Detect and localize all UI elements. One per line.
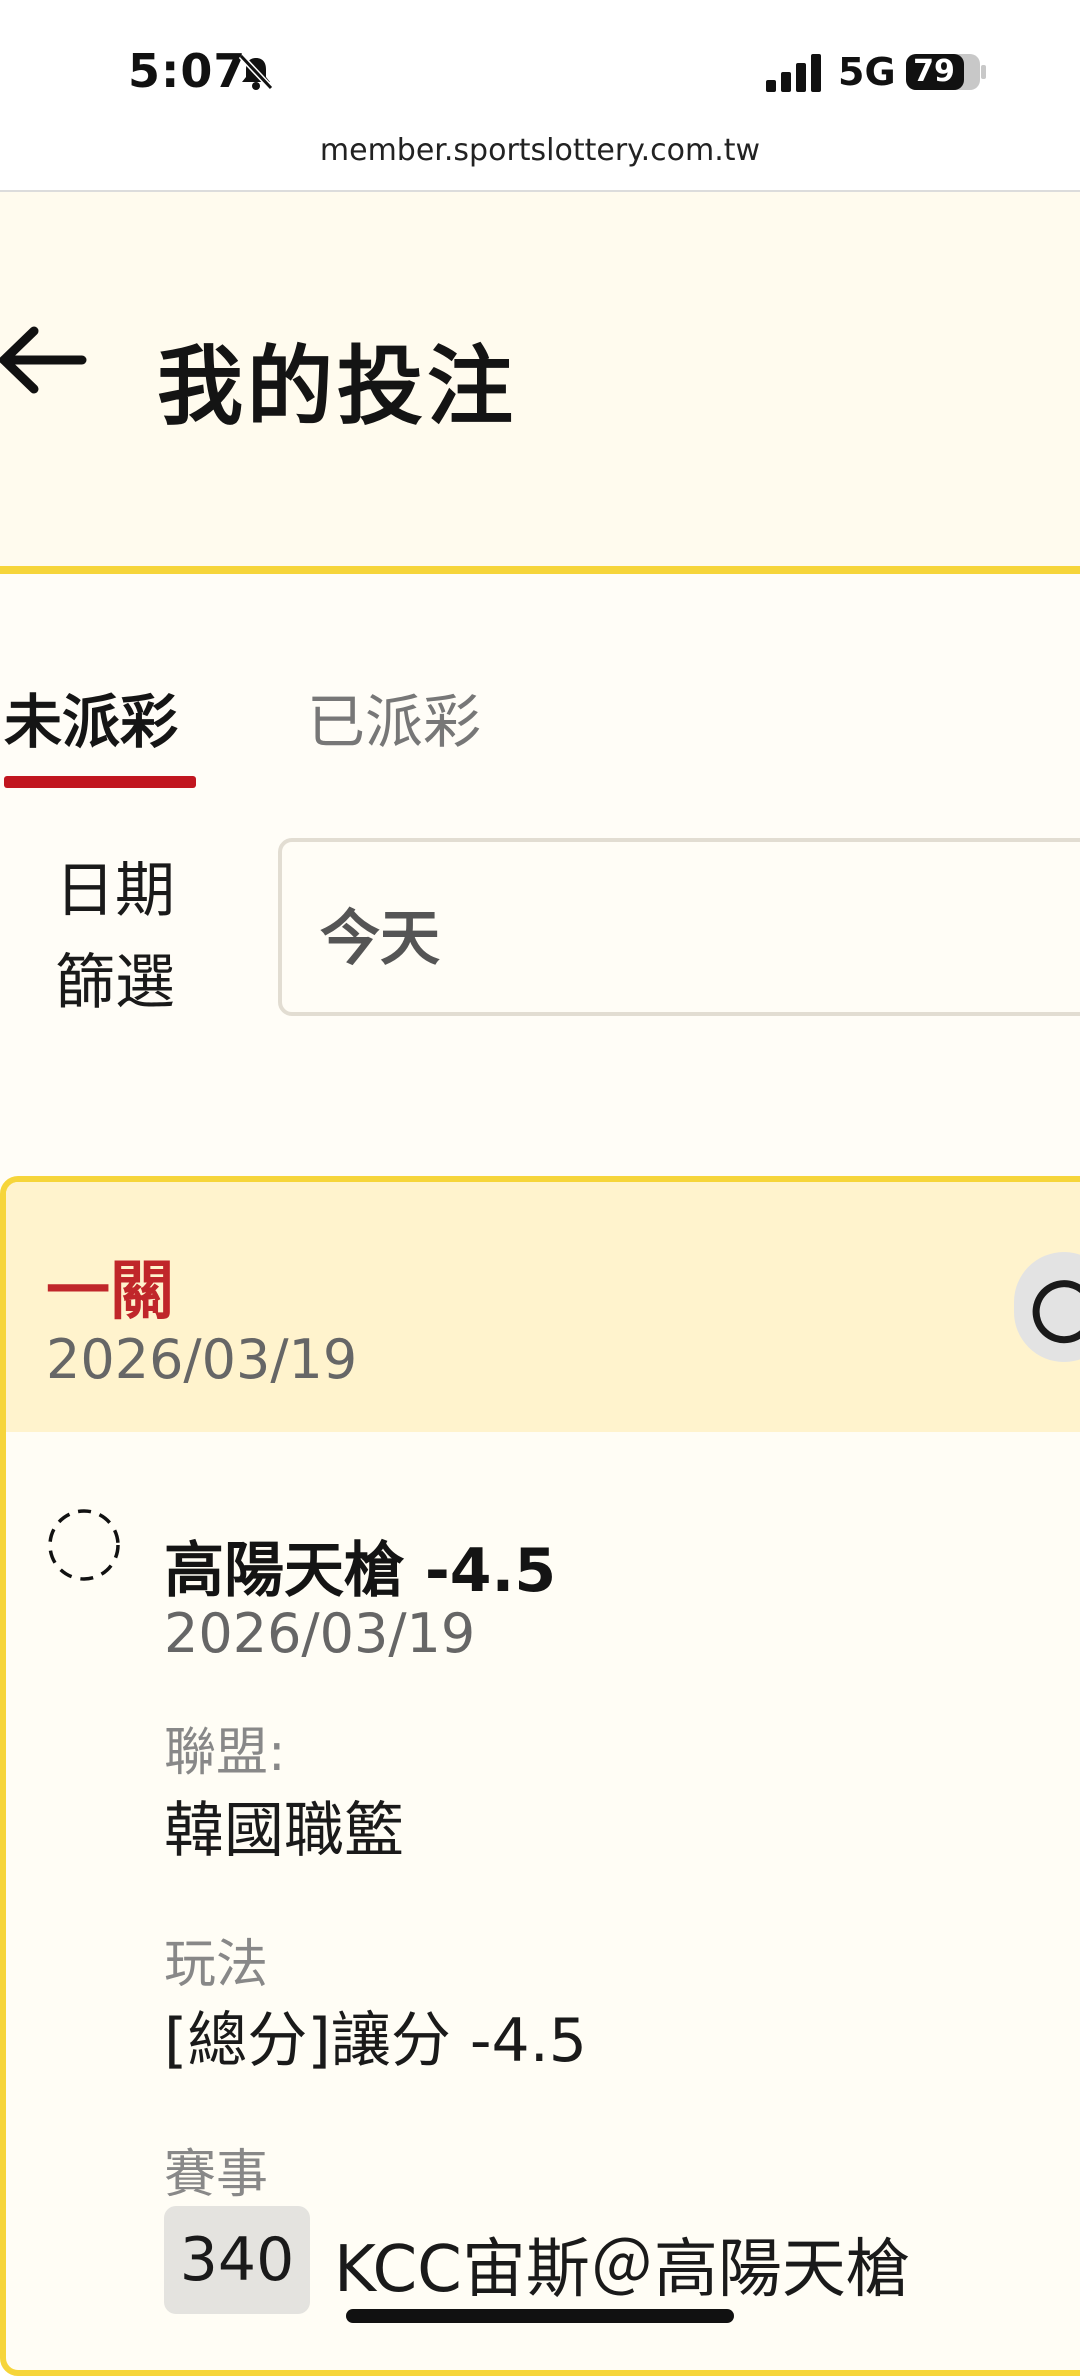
event-label: 賽事 — [164, 2145, 269, 2205]
bet-date: 2026/03/19 — [46, 1328, 358, 1391]
selection-title: 高陽天槍 -4.5 — [164, 1536, 557, 1606]
status-time: 5:07 — [128, 44, 247, 98]
date-filter-label-line1: 日期 — [55, 856, 175, 926]
date-filter-value: 今天 — [320, 904, 440, 974]
league-label: 聯盟: — [164, 1723, 286, 1783]
pending-status-icon — [48, 1509, 120, 1581]
back-arrow-icon[interactable] — [0, 325, 90, 395]
date-filter-label-line2: 篩選 — [55, 948, 175, 1018]
refresh-button[interactable] — [1014, 1252, 1080, 1362]
bet-card-header: 一關 2026/03/19 — [6, 1182, 1080, 1432]
date-filter-select[interactable]: 今天 — [278, 838, 1080, 1016]
active-tab-indicator — [4, 776, 196, 788]
play-type-value: [總分]讓分 -4.5 — [164, 2006, 587, 2076]
bet-type: 一關 — [46, 1255, 174, 1329]
date-filter-label: 日期 篩選 — [30, 845, 200, 1029]
event-number-badge: 340 — [164, 2206, 310, 2314]
tab-unsettled[interactable]: 未派彩 — [4, 675, 178, 759]
selection-date: 2026/03/19 — [164, 1602, 476, 1665]
status-bar: 5:07 5G 79 member.sportslottery.com.tw — [0, 0, 1080, 168]
refresh-icon — [1032, 1280, 1080, 1344]
bell-slash-icon — [238, 53, 274, 91]
bet-card: 一關 2026/03/19 高陽天槍 -4.5 2026/03/19 聯盟: 韓… — [0, 1176, 1080, 2376]
header-divider — [0, 566, 1080, 574]
page-title: 我的投注 — [157, 337, 517, 437]
signal-icon — [766, 54, 821, 92]
league-value: 韓國職籃 — [164, 1796, 404, 1866]
home-indicator[interactable] — [346, 2309, 734, 2323]
play-type-label: 玩法 — [164, 1935, 269, 1995]
tab-settled[interactable]: 已派彩 — [307, 675, 481, 759]
event-name: KCC宙斯＠高陽天槍 — [334, 2233, 910, 2307]
url-bar[interactable]: member.sportslottery.com.tw — [0, 133, 1080, 168]
network-type: 5G — [838, 50, 896, 94]
battery-level: 79 — [913, 54, 955, 89]
